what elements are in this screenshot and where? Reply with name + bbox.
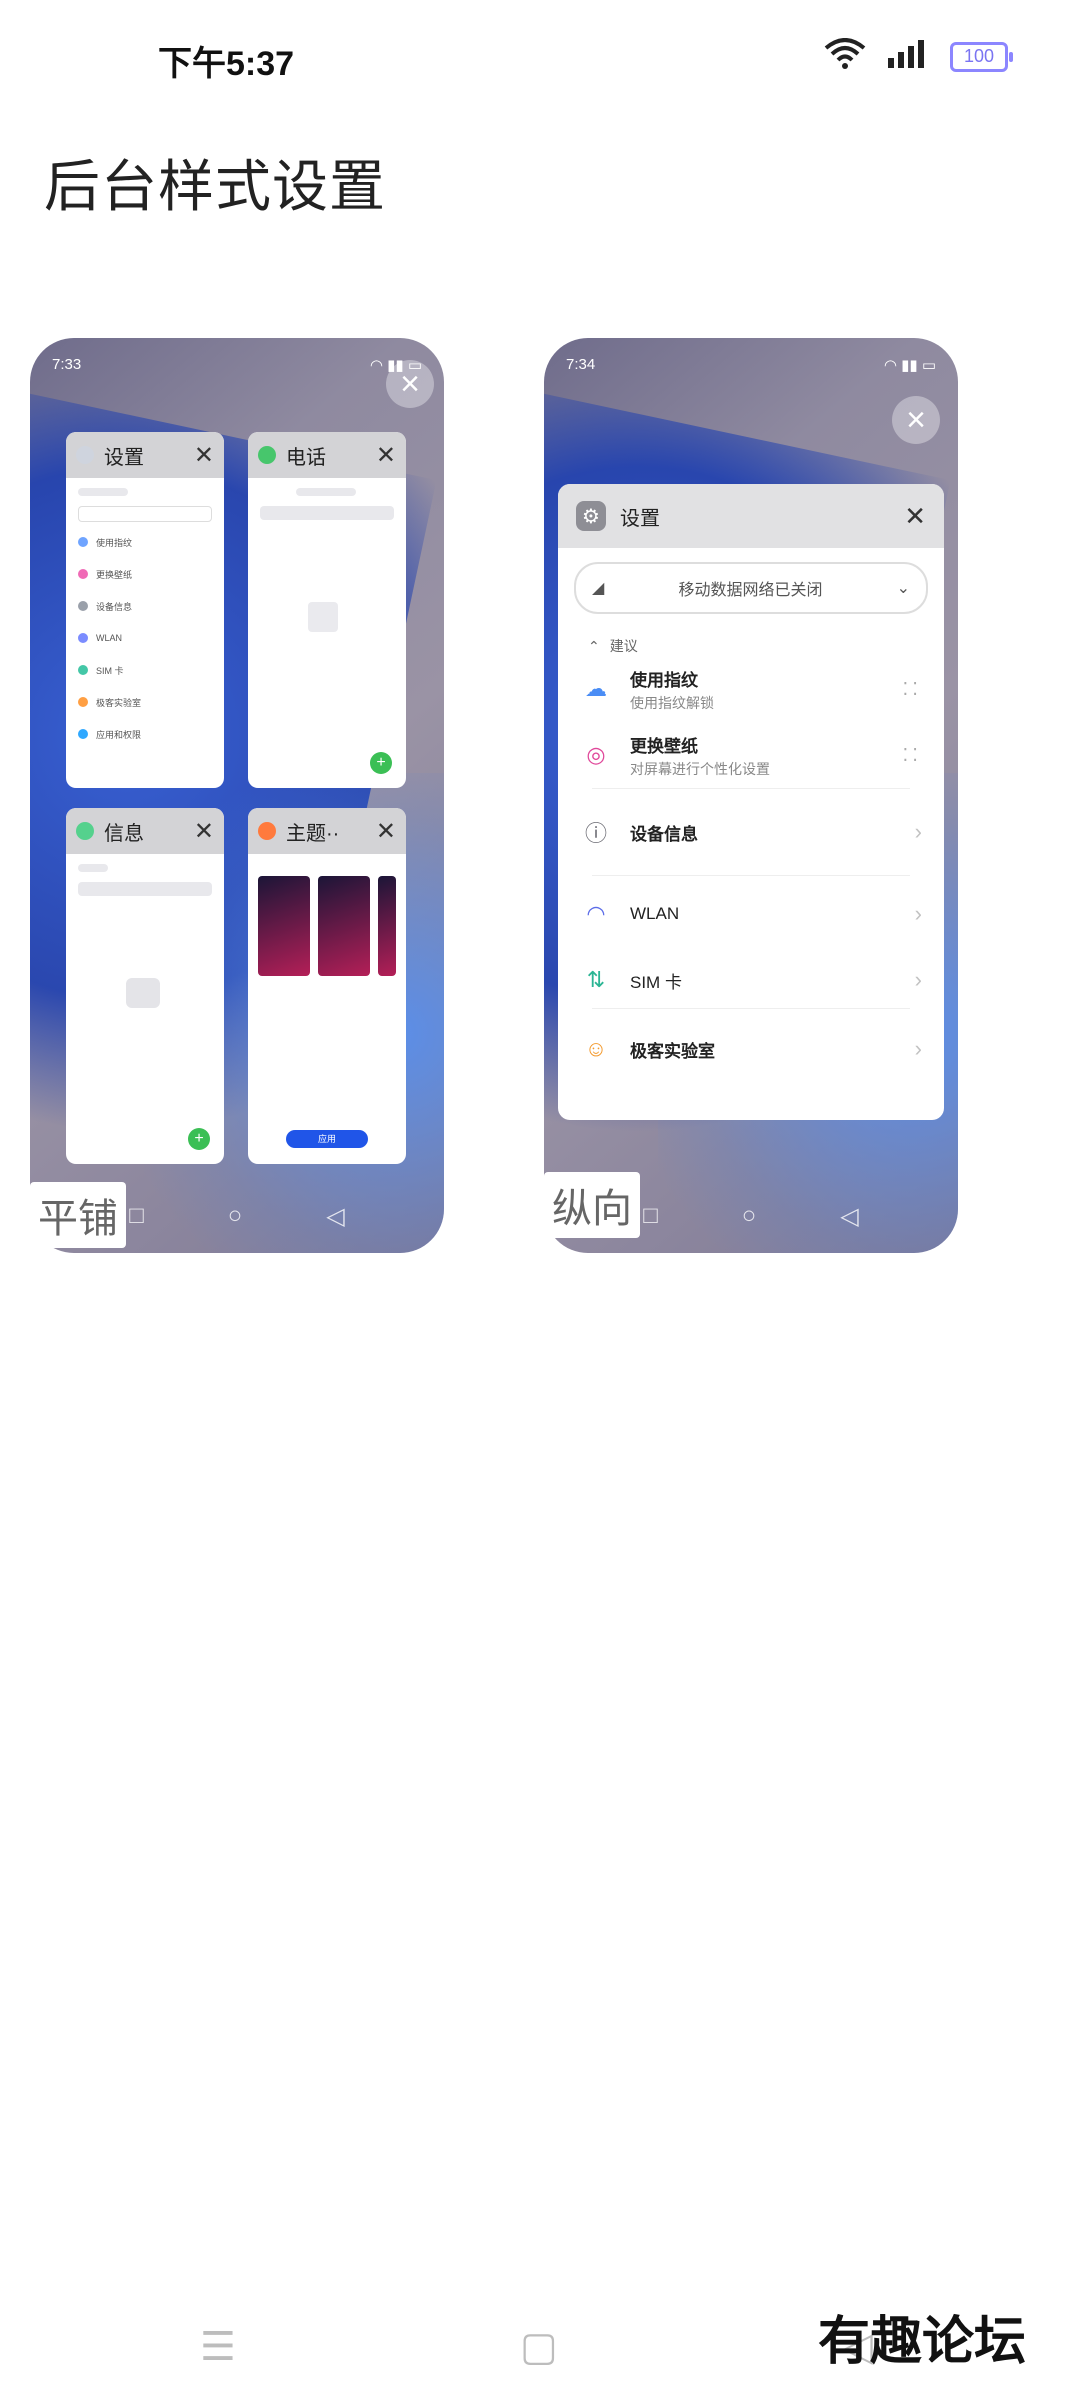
list-item-title: 使用指纹 xyxy=(630,670,698,690)
chevron-right-icon: › xyxy=(914,1036,922,1061)
tile-style-label[interactable]: 平铺 xyxy=(30,1182,126,1248)
list-item-title: 设备信息 xyxy=(630,824,698,844)
list-item: ⓘ 设备信息 › xyxy=(558,789,944,875)
menu-icon[interactable]: ☰ xyxy=(200,2324,236,2370)
section-title: 建议 xyxy=(609,638,638,654)
circle-icon: ○ xyxy=(741,1202,757,1229)
add-icon: + xyxy=(370,752,392,774)
settings-icon xyxy=(76,446,94,464)
list-item: ☺ 极客实验室 › xyxy=(558,1009,944,1089)
circle-icon: ○ xyxy=(227,1202,243,1229)
mini-card-title: 信息 xyxy=(104,822,144,845)
battery-level: 100 xyxy=(963,46,995,66)
list-item: ⇅ SIM 卡 › xyxy=(558,952,944,1008)
preview-close-icon: × xyxy=(386,360,434,408)
chevron-down-icon: ⌄ xyxy=(896,580,910,597)
list-item-title: 极客实验室 xyxy=(630,1041,715,1061)
gear-icon: ⚙ xyxy=(576,501,606,531)
list-item-sub: 使用指纹解锁 xyxy=(630,694,714,711)
mini-card-title: 电话 xyxy=(286,446,326,469)
phone-icon xyxy=(258,446,276,464)
no-signal-icon: ◢ xyxy=(592,580,605,597)
list-item: ◎ 更换壁纸 对屏幕进行个性化设置 ⁚⁚ xyxy=(558,722,944,788)
square-icon: □ xyxy=(129,1202,144,1229)
back-triangle-icon: ◁ xyxy=(840,1202,859,1230)
list-item: ☁ 使用指纹 使用指纹解锁 ⁚⁚ xyxy=(558,656,944,722)
back-triangle-icon: ◁ xyxy=(326,1202,345,1230)
preview-status: 7:34 ◠ ▮▮ ▭ xyxy=(566,356,936,374)
list-item-title: 更换壁纸 xyxy=(630,736,698,756)
mini-card-title: 设置 xyxy=(104,446,144,469)
close-icon: ✕ xyxy=(193,817,214,845)
battery-indicator: 100 xyxy=(950,41,1013,72)
page-title: 后台样式设置 xyxy=(44,155,386,218)
chevron-up-icon: ⌃ xyxy=(588,637,600,654)
info-icon: ⓘ xyxy=(584,821,607,846)
close-icon: ✕ xyxy=(375,817,396,845)
list-item: ◠ WLAN › xyxy=(558,876,944,952)
close-icon: ✕ xyxy=(193,441,214,469)
close-icon: ✕ xyxy=(904,500,926,531)
wallpaper-icon: ◎ xyxy=(586,742,606,767)
preview-close-icon: × xyxy=(892,396,940,444)
close-icon: ✕ xyxy=(375,441,396,469)
cloud-icon: ☁ xyxy=(585,676,607,701)
wifi-icon: ◠ xyxy=(586,901,606,926)
apply-button: 应用 xyxy=(286,1130,368,1148)
sim-icon: ⇅ xyxy=(586,967,606,992)
preview-status-icons: ◠ ▮▮ ▭ xyxy=(883,357,936,374)
mini-card-phone: 电话 ✕ + xyxy=(248,432,406,788)
list-item-title: WLAN xyxy=(630,904,680,923)
settings-card-title: 设置 xyxy=(620,507,660,530)
home-icon[interactable]: ▢ xyxy=(520,2324,558,2370)
lab-icon: ☺ xyxy=(584,1036,608,1061)
add-icon: + xyxy=(188,1128,210,1150)
status-time: 下午5:37 xyxy=(158,45,295,83)
vertical-style-label[interactable]: 纵向 xyxy=(544,1172,640,1238)
list-item-title: SIM 卡 xyxy=(630,972,682,992)
list-item-sub: 对屏幕进行个性化设置 xyxy=(630,760,770,777)
chevron-right-icon: › xyxy=(914,901,922,926)
status-icons: 100 xyxy=(824,38,1013,75)
drag-handle-icon: ⁚⁚ xyxy=(902,744,922,765)
theme-icon xyxy=(258,822,276,840)
settings-card: ⚙ 设置 ✕ ◢ 移动数据网络已关闭 ⌄ ⌃ 建议 ☁ 使用指纹 使用指纹解锁 … xyxy=(558,484,944,1120)
status-bar: 下午5:37 100 xyxy=(0,0,1080,110)
square-icon: □ xyxy=(643,1202,658,1229)
signal-icon xyxy=(888,40,928,73)
preview-status: 7:33 ◠ ▮▮ ▭ xyxy=(52,356,422,374)
preview-time: 7:34 xyxy=(566,356,596,373)
wifi-icon xyxy=(824,38,866,75)
mini-card-messages: 信息 ✕ + xyxy=(66,808,224,1164)
tile-style-option[interactable]: 7:33 ◠ ▮▮ ▭ × 设置 ✕ 使用指纹 更换壁纸 设备信息 WLAN SI… xyxy=(30,338,444,1253)
drag-handle-icon: ⁚⁚ xyxy=(902,678,922,699)
watermark: 有趣论坛 xyxy=(817,2311,1026,2372)
message-icon xyxy=(76,822,94,840)
chevron-right-icon: › xyxy=(914,967,922,992)
mobile-data-pill: ◢ 移动数据网络已关闭 ⌄ xyxy=(574,562,928,614)
preview-time: 7:33 xyxy=(52,356,82,373)
section-suggest: ⌃ 建议 xyxy=(588,636,944,656)
mini-card-settings: 设置 ✕ 使用指纹 更换壁纸 设备信息 WLAN SIM 卡 极客实验室 应用和权… xyxy=(66,432,224,788)
mobile-data-text: 移动数据网络已关闭 xyxy=(678,582,823,599)
mini-card-title: 主题·· xyxy=(286,822,340,845)
mini-card-themes: 主题·· ✕ 应用 xyxy=(248,808,406,1164)
chevron-right-icon: › xyxy=(914,819,922,844)
